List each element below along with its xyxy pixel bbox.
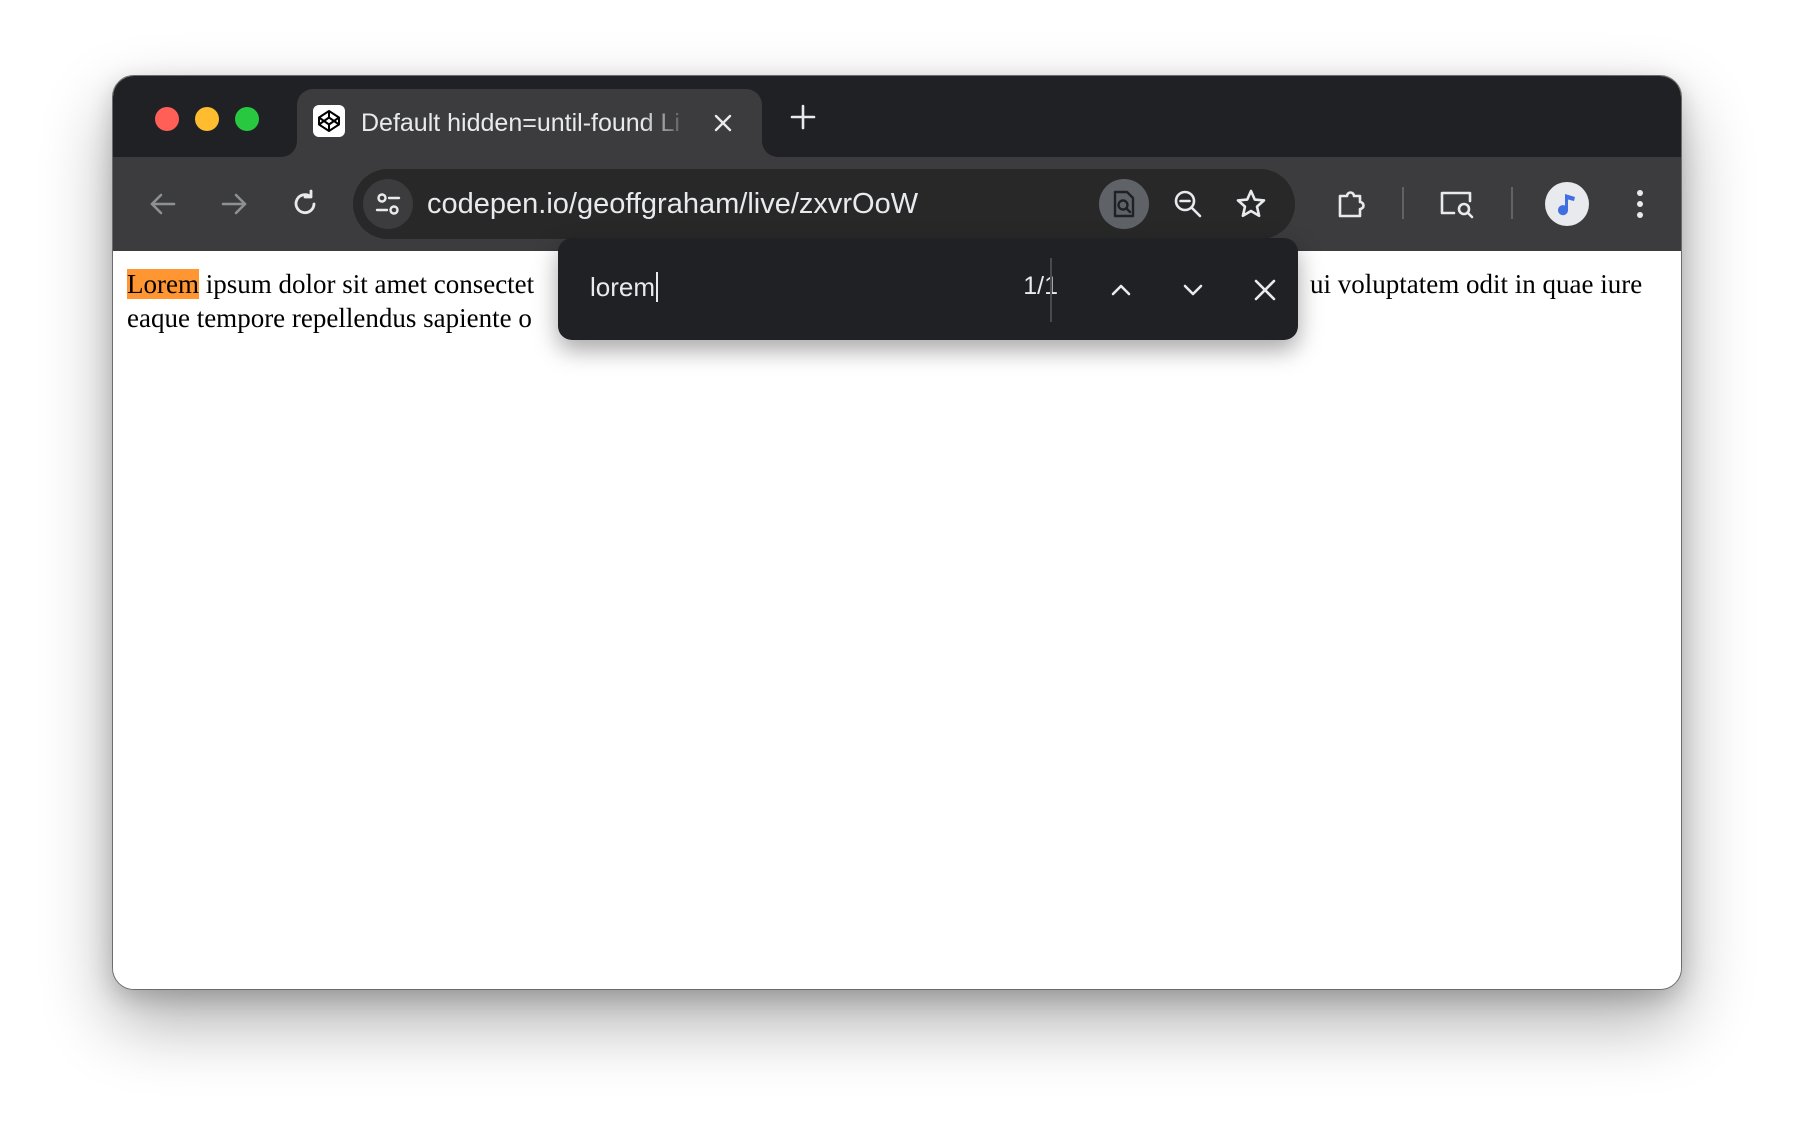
more-vert-icon[interactable] xyxy=(1618,182,1662,226)
back-arrow-icon[interactable] xyxy=(141,182,185,226)
forward-arrow-icon[interactable] xyxy=(212,182,256,226)
window-close-button[interactable] xyxy=(155,107,179,131)
tab-title: Default hidden=until-found Li xyxy=(361,109,680,137)
find-match-count: 1/1 xyxy=(1023,272,1058,300)
extensions-icon[interactable] xyxy=(1330,182,1374,226)
window-minimize-button[interactable] xyxy=(195,107,219,131)
music-note-icon xyxy=(1558,194,1575,216)
reload-icon[interactable] xyxy=(283,182,327,226)
browser-window: Default hidden=until-found Li codepen.io… xyxy=(112,75,1682,990)
find-bar-divider xyxy=(1050,258,1052,322)
browser-toolbar: codepen.io/geoffgraham/live/zxvrOoW xyxy=(113,157,1681,251)
find-in-page-icon[interactable] xyxy=(1099,179,1149,229)
find-query-text: lorem xyxy=(590,272,656,302)
text-caret xyxy=(656,272,659,302)
find-match-highlight: Lorem xyxy=(127,269,199,299)
paragraph-text-right: ui voluptatem odit in quae iure xyxy=(1310,269,1643,299)
new-tab-plus-icon[interactable] xyxy=(783,97,823,137)
zoom-icon[interactable] xyxy=(1163,179,1213,229)
active-tab[interactable]: Default hidden=until-found Li xyxy=(297,89,762,157)
address-bar[interactable]: codepen.io/geoffgraham/live/zxvrOoW xyxy=(353,169,1295,239)
cast-search-icon[interactable] xyxy=(1435,182,1479,226)
site-settings-icon[interactable] xyxy=(363,179,413,229)
paragraph-text-left: ipsum dolor sit amet consectet xyxy=(198,269,535,299)
close-icon[interactable] xyxy=(1243,268,1287,312)
find-bar: lorem 1/1 xyxy=(558,238,1298,340)
tab-close-icon[interactable] xyxy=(707,107,739,139)
url-text[interactable]: codepen.io/geoffgraham/live/zxvrOoW xyxy=(427,188,918,221)
find-input[interactable]: lorem xyxy=(590,272,659,303)
chevron-up-icon[interactable] xyxy=(1099,268,1143,312)
tab-strip: Default hidden=until-found Li xyxy=(113,76,1681,157)
toolbar-divider xyxy=(1511,187,1513,219)
page-content: Lorem ipsum dolor sit amet consectet ui v… xyxy=(113,251,1681,989)
codepen-logo-icon xyxy=(313,105,345,137)
window-zoom-button[interactable] xyxy=(235,107,259,131)
toolbar-divider xyxy=(1402,187,1404,219)
profile-avatar[interactable] xyxy=(1545,182,1589,226)
bookmark-star-icon[interactable] xyxy=(1226,179,1276,229)
chevron-down-icon[interactable] xyxy=(1171,268,1215,312)
